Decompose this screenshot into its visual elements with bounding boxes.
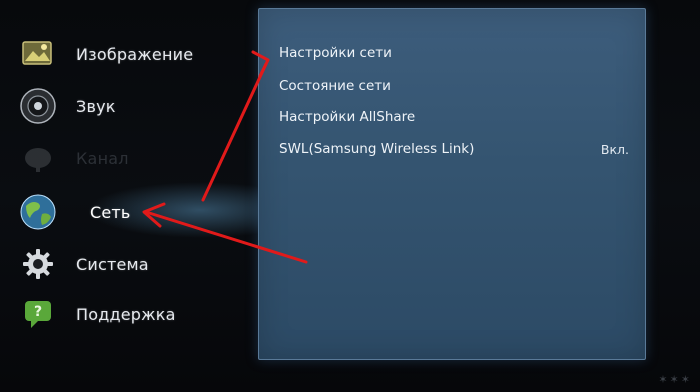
menu-item-label: SWL(Samsung Wireless Link) xyxy=(279,141,475,157)
menu-item-label: Настройки сети xyxy=(279,45,392,61)
globe-icon xyxy=(18,192,58,232)
swl-status-value: Вкл. xyxy=(600,141,629,157)
settings-sidebar: Изображение Звук Канал Сеть Система ? По… xyxy=(0,0,260,392)
sidebar-item-label: Система xyxy=(76,254,149,274)
menu-item-label: Настройки AllShare xyxy=(279,109,416,125)
menu-item-network-settings[interactable]: Настройки сети xyxy=(279,41,629,65)
sidebar-item-label: Канал xyxy=(76,148,129,168)
speaker-icon xyxy=(18,86,58,126)
sidebar-item-label: Поддержка xyxy=(76,304,176,324)
gear-icon xyxy=(18,244,58,284)
help-bubble-icon: ? xyxy=(18,294,58,334)
sidebar-item-system[interactable]: Система xyxy=(18,242,258,286)
sidebar-item-label: Звук xyxy=(76,96,116,116)
sidebar-item-support[interactable]: ? Поддержка xyxy=(18,292,258,336)
menu-item-label: Состояние сети xyxy=(279,78,391,94)
sidebar-item-picture[interactable]: Изображение xyxy=(18,32,258,76)
sidebar-item-network[interactable]: Сеть xyxy=(18,190,258,234)
picture-icon xyxy=(18,34,58,74)
sidebar-item-sound[interactable]: Звук xyxy=(18,84,258,128)
sidebar-item-channel[interactable]: Канал xyxy=(18,136,258,180)
watermark: ✶✶✶ xyxy=(658,373,692,386)
satellite-dish-icon xyxy=(18,138,58,178)
tv-screen: Изображение Звук Канал Сеть Система ? По… xyxy=(0,0,700,392)
menu-item-network-status[interactable]: Состояние сети xyxy=(279,74,629,98)
menu-item-swl[interactable]: SWL(Samsung Wireless Link) Вкл. xyxy=(279,137,629,161)
sidebar-item-label: Изображение xyxy=(76,44,194,64)
network-submenu-panel: Настройки сети Состояние сети Настройки … xyxy=(258,8,646,360)
sidebar-item-label: Сеть xyxy=(90,202,131,222)
menu-item-allshare-settings[interactable]: Настройки AllShare xyxy=(279,105,629,129)
svg-text:?: ? xyxy=(34,304,42,320)
